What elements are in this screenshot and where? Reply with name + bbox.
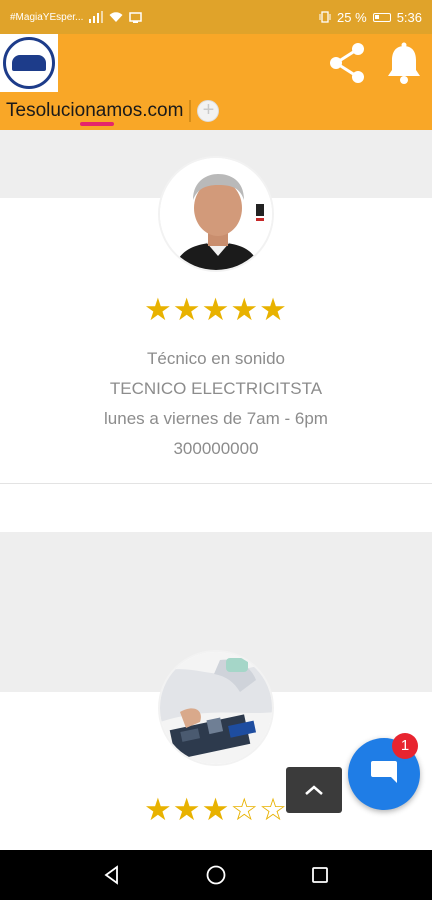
- wifi-icon: [109, 11, 123, 22]
- technician-avatar[interactable]: [158, 650, 274, 766]
- app-bar: Tesolucionamos.com +: [0, 34, 432, 130]
- rating-stars-filled: ★★★: [144, 792, 231, 827]
- plus-icon: +: [202, 99, 215, 121]
- chevron-up-icon: [305, 785, 323, 795]
- technician-phone[interactable]: 300000000: [0, 434, 432, 464]
- technician-profession: Técnico en sonido: [147, 349, 285, 368]
- share-icon: [330, 43, 364, 83]
- chat-unread-badge: 1: [392, 733, 418, 759]
- technician-card[interactable]: ★★★★★ Técnico en sonido TECNICO ELECTRIC…: [0, 130, 432, 484]
- share-button[interactable]: [326, 40, 368, 86]
- rating-stars: ★★★★★: [144, 292, 288, 327]
- status-time: 5:36: [396, 9, 422, 25]
- status-bar: #MagiaYEsper... 25 % 5:36: [0, 0, 432, 34]
- add-tab-button[interactable]: +: [197, 99, 220, 122]
- tab-tesolucionamos[interactable]: Tesolucionamos.com: [0, 100, 183, 122]
- recents-button[interactable]: [300, 855, 340, 895]
- home-icon: [206, 865, 226, 885]
- technician-info: Técnico en sonido TECNICO ELECTRICITSTA …: [0, 344, 432, 464]
- technician-schedule: lunes a viernes de 7am - 6pm: [104, 409, 328, 428]
- rating-stars-empty: ☆☆: [230, 792, 288, 827]
- chat-icon: [371, 761, 397, 783]
- avatar-portrait-icon: [160, 158, 272, 270]
- vibrate-icon: [319, 11, 331, 23]
- app-logo[interactable]: [0, 34, 58, 92]
- tab-row: Tesolucionamos.com +: [0, 92, 432, 130]
- technician-specialty: TECNICO ELECTRICITSTA: [109, 379, 323, 398]
- battery-icon: [372, 12, 391, 22]
- system-nav-bar: [0, 850, 432, 900]
- status-carrier: #MagiaYEsper...: [10, 11, 84, 23]
- tab-active-indicator: [80, 122, 114, 126]
- battery-percent: 25 %: [337, 9, 367, 25]
- cast-icon: [129, 11, 143, 23]
- notifications-button[interactable]: [384, 40, 424, 86]
- back-icon: [104, 865, 118, 885]
- logo-emblem-icon: [3, 37, 55, 89]
- avatar-electronics-icon: [160, 652, 272, 764]
- back-button[interactable]: [92, 855, 132, 895]
- scroll-to-top-button[interactable]: [286, 767, 342, 813]
- recents-icon: [312, 867, 328, 883]
- signal-icon: [89, 11, 104, 23]
- tab-divider: [189, 100, 192, 122]
- technician-avatar[interactable]: [158, 156, 274, 272]
- tab-label: Tesolucionamos.com: [6, 100, 184, 121]
- home-button[interactable]: [196, 855, 236, 895]
- bell-icon: [388, 42, 420, 84]
